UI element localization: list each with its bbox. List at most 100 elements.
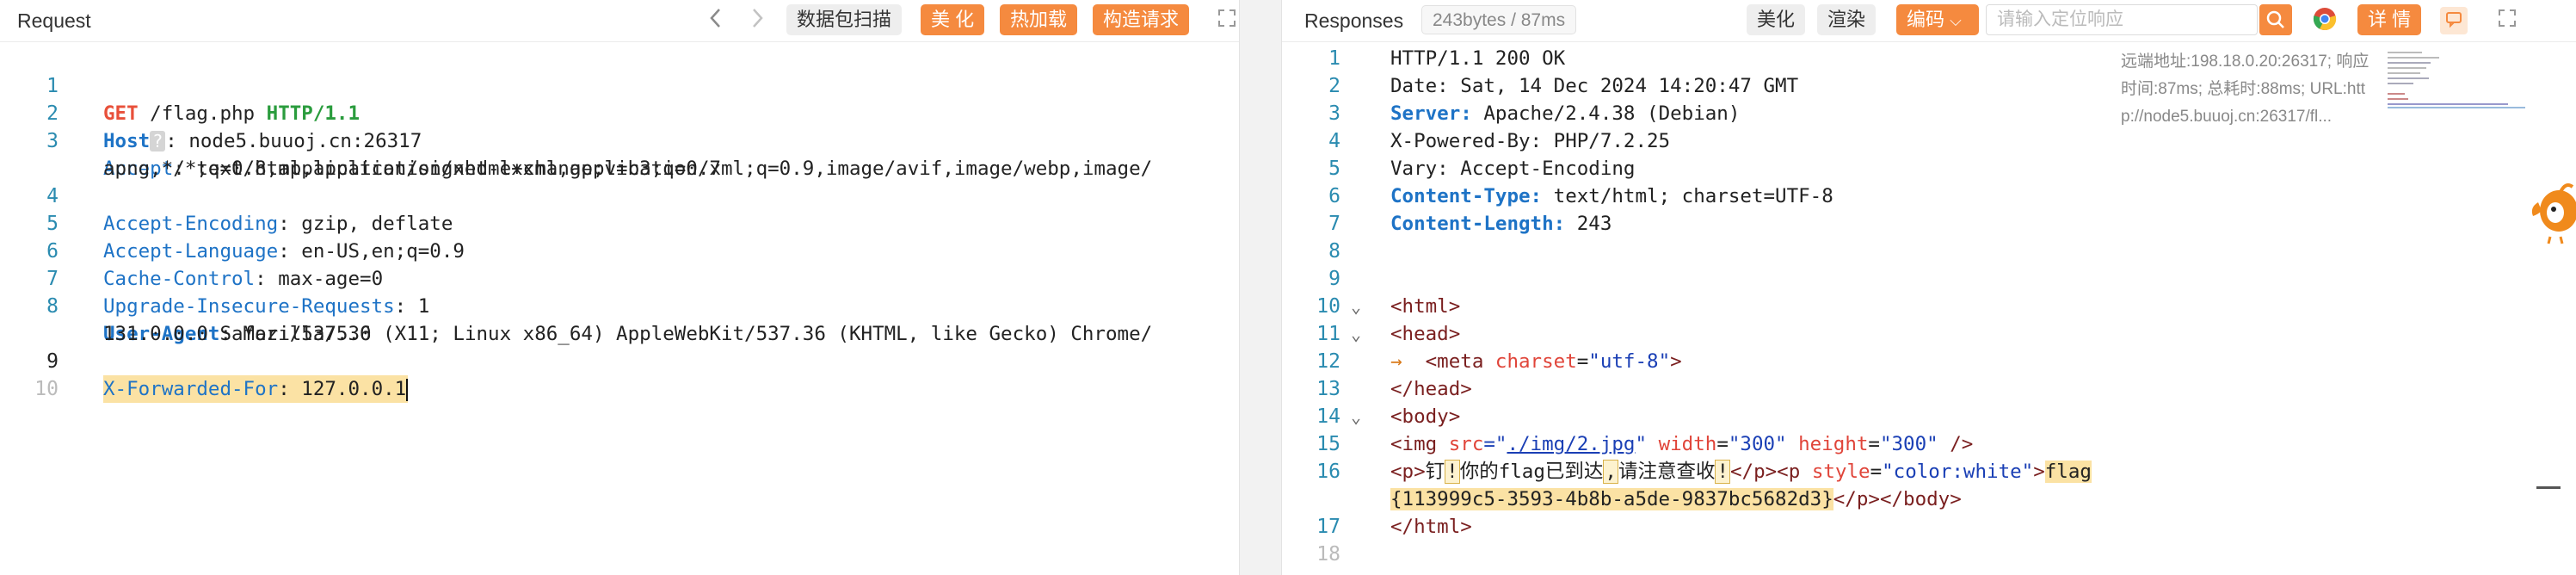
chevron-right-icon[interactable] [743, 7, 771, 34]
search-button[interactable] [2259, 4, 2292, 35]
response-line-3: 3 Server: Apache/2.4.38 (Debian) [1282, 100, 2576, 127]
mascot-icon[interactable] [2526, 176, 2576, 245]
fold-chevron-icon[interactable]: ⌄ [1351, 320, 1361, 348]
body-text: 你的flag已到达 [1459, 461, 1604, 483]
html-attr-value: "color:white" [1882, 461, 2034, 483]
fold-chevron-icon[interactable]: ⌄ [1351, 403, 1361, 430]
html-tag: <head> [1390, 323, 1461, 345]
meta-line: p://node5.buuoj.cn:26317/fl... [2121, 108, 2333, 126]
line-number: 11 [1316, 323, 1340, 345]
response-line-13: 13 </head> [1282, 375, 2576, 403]
html-attr-value: "300" [1728, 433, 1787, 455]
request-line-5: 5 Accept-Language: en-US,en;q=0.9 [0, 182, 1239, 263]
response-line-2: 2 Date: Sat, 14 Dec 2024 14:20:47 GMT [1282, 72, 2576, 100]
packet-scan-button[interactable]: 数据包扫描 [786, 4, 903, 35]
expand-icon[interactable] [1213, 7, 1241, 34]
line-number: 12 [1316, 350, 1340, 373]
response-pane: Responses 243bytes / 87ms 美化 渲染 编码 ⌵ 请输入… [1282, 0, 2576, 575]
chevron-left-icon[interactable] [702, 7, 730, 34]
meta-line: 远端地址:198.18.0.20:26317; 响应 [2121, 53, 2370, 71]
request-line-2: 2 Host?: node5.buuoj.cn:26317 [0, 72, 1239, 152]
comment-icon[interactable] [2440, 7, 2468, 34]
request-line-10: 10 [0, 348, 1239, 400]
html-eq: = [1576, 350, 1589, 373]
response-line-4: 4 X-Powered-By: PHP/7.2.25 [1282, 127, 2576, 155]
request-toolbar: Request 数据包扫描 美 化 热加载 构造请求 [0, 0, 1239, 42]
fold-chevron-icon[interactable]: ⌄ [1351, 293, 1361, 320]
header-value: : 127.0.0.1 [278, 378, 407, 400]
response-line-16-wrap: {113999c5-3593-4b8b-a5de-9837bc5682d3}</… [1282, 485, 2576, 513]
request-line-8-wrap: 131.0.0.0 Safari/537.36 [0, 293, 1239, 345]
header-name: Server: [1390, 102, 1472, 125]
line-number: 5 [1328, 158, 1340, 180]
status-line: HTTP/1.1 200 OK [1390, 47, 1566, 70]
header-name: Content-Type: [1390, 185, 1543, 207]
chrome-icon[interactable] [2311, 7, 2339, 34]
request-line-1: 1 GET /flag.php HTTP/1.1 [0, 45, 1239, 125]
response-line-6: 6 Content-Type: text/html; charset=UTF-8 [1282, 182, 2576, 210]
response-line-17: 17 </html> [1282, 513, 2576, 541]
code-minimap[interactable] [2388, 50, 2532, 110]
header-value: 243 [1565, 213, 1612, 235]
details-button[interactable]: 详 情 [2357, 4, 2422, 35]
pane-splitter[interactable] [1239, 0, 1282, 575]
header-name: Content-Length: [1390, 213, 1566, 235]
html-tag: /> [1938, 433, 1974, 455]
response-line-10: 10 ⌄ <html> [1282, 293, 2576, 320]
punct-mark: ! [1445, 460, 1460, 484]
response-line-11: 11 ⌄ <head> [1282, 320, 2576, 348]
html-attr: width [1658, 433, 1717, 455]
response-editor[interactable]: 1 HTTP/1.1 200 OK 2 Date: Sat, 14 Dec 2024… [1282, 45, 2576, 568]
html-attr: src [1448, 433, 1484, 455]
html-tag: </head> [1390, 378, 1472, 400]
response-line-7: 7 Content-Length: 243 [1282, 210, 2576, 238]
header-name: X-Forwarded-For [103, 378, 279, 400]
request-editor[interactable]: 1 GET /flag.php HTTP/1.1 2 Host?: node5.… [0, 45, 1239, 403]
html-tag: <img [1390, 433, 1449, 455]
response-size-badge: 243bytes / 87ms [1421, 5, 1577, 34]
text-cursor [406, 378, 409, 401]
request-line-9: 9 X-Forwarded-For: 127.0.0.1 [0, 320, 1239, 403]
build-request-button[interactable]: 构造请求 [1093, 4, 1190, 35]
beautify-toggle-button[interactable]: 美化 [1747, 4, 1806, 35]
flag-value: {113999c5-3593-4b8b-a5de-9837bc5682d3} [1390, 488, 1833, 510]
flag-text: flag [2044, 461, 2092, 483]
request-line-8: 8 User-Agent: Mozilla/5.0 (X11; Linux x8… [0, 265, 1239, 345]
response-line-14: 14 ⌄ <body> [1282, 403, 2576, 430]
hot-load-button[interactable]: 热加载 [1000, 4, 1078, 35]
html-attr-value: "utf-8" [1588, 350, 1671, 373]
request-title: Request [17, 9, 91, 32]
response-line-16: 16 <p>钉!你的flag已到达,请注意查收!</p><p style="col… [1282, 458, 2576, 485]
html-tag: <meta [1425, 350, 1495, 373]
html-tag: <body> [1390, 405, 1461, 428]
encoding-label: 编码 [1907, 9, 1945, 30]
encoding-dropdown[interactable]: 编码 ⌵ [1896, 4, 1979, 35]
html-tag: <html> [1390, 295, 1461, 318]
line-number: 3 [1328, 102, 1340, 125]
search-icon [2266, 10, 2284, 28]
locate-search-input[interactable]: 请输入定位响应 [1986, 4, 2258, 35]
request-line-3-wrap: apng,*/*;q=0.8,application/signed-exchan… [0, 127, 1239, 180]
scroll-marker[interactable] [2536, 486, 2561, 489]
render-button[interactable]: 渲染 [1817, 4, 1877, 35]
line-number: 14 [1316, 405, 1340, 428]
header-line: Date: Sat, 14 Dec 2024 14:20:47 GMT [1390, 75, 1799, 97]
response-line-5: 5 Vary: Accept-Encoding [1282, 155, 2576, 182]
html-attr-value: "300" [1879, 433, 1938, 455]
html-quote: " [1635, 433, 1659, 455]
response-line-12: 12 → <meta charset="utf-8"> [1282, 348, 2576, 375]
response-line-1: 1 HTTP/1.1 200 OK [1282, 45, 2576, 72]
request-line-3: 3 Accept: text/html,application/xhtml+xm… [0, 100, 1239, 180]
line-number: 13 [1316, 378, 1340, 400]
response-line-9: 9 [1282, 265, 2576, 293]
html-eq: =" [1483, 433, 1507, 455]
response-meta-info: 远端地址:198.18.0.20:26317; 响应 时间:87ms; 总耗时:… [2121, 48, 2379, 131]
header-line: Vary: Accept-Encoding [1390, 158, 1636, 180]
expand-icon[interactable] [2493, 7, 2521, 34]
response-line-15: 15 <img src="./img/2.jpg" width="300" hei… [1282, 430, 2576, 458]
beautify-button[interactable]: 美 化 [921, 4, 985, 35]
punct-mark: , [1603, 460, 1618, 484]
img-src-link[interactable]: ./img/2.jpg [1507, 433, 1635, 455]
request-pane: Request 数据包扫描 美 化 热加载 构造请求 1 GET /flag.p… [0, 0, 1268, 575]
